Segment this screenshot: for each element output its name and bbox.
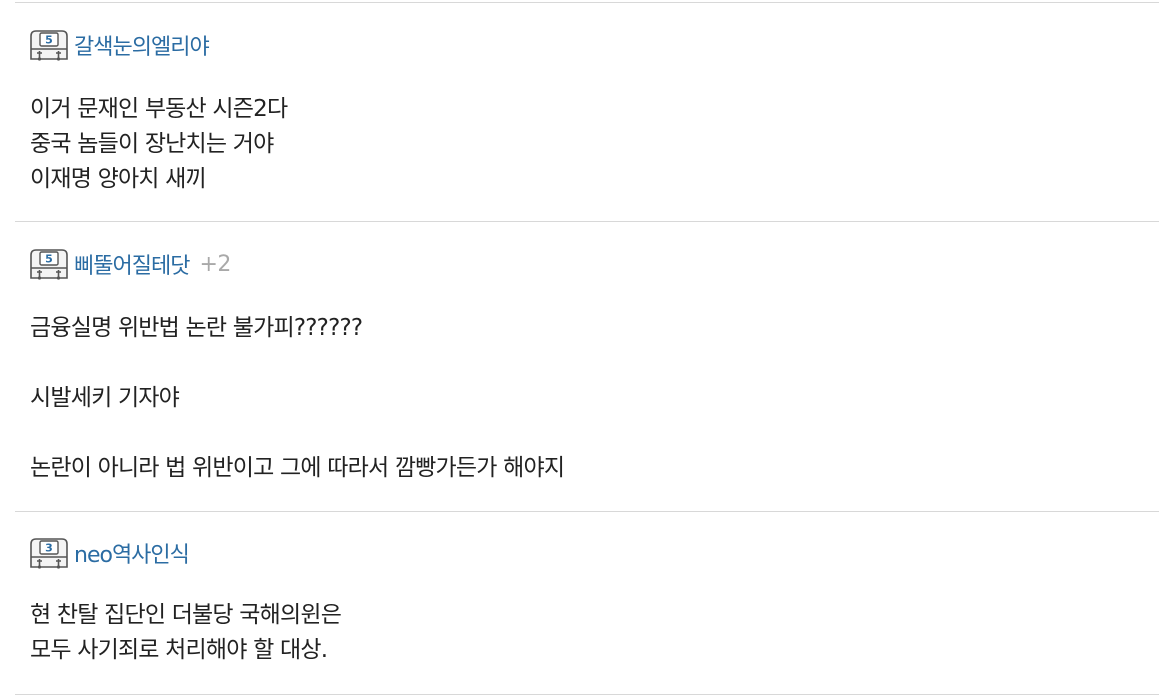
level-badge-icon: 3 [28,536,70,570]
comment-body: 금융실명 위반법 논란 불가피?????? 시발세키 기자야 논란이 아니라 법… [30,308,1139,483]
comment-header: 5 갈색눈의엘리야 [28,25,210,65]
svg-text:5: 5 [45,253,53,266]
comment-body: 현 찬탈 집단인 더불당 국해의윈은 모두 사기죄로 처리해야 할 대상. [30,595,1139,665]
author-name[interactable]: 갈색눈의엘리야 [74,29,210,61]
comment-item: 5 갈색눈의엘리야 이거 문재인 부동산 시즌2다 중국 놈들이 장난치는 거야… [15,3,1159,222]
comment-line: 현 찬탈 집단인 더불당 국해의윈은 [30,602,342,628]
comment-header: 5 삐뚤어질테닷 +2 [28,244,231,284]
comment-line: 이재명 양아치 새끼 [30,166,207,192]
comment-item: 5 삐뚤어질테닷 +2 금융실명 위반법 논란 불가피?????? 시발세키 기… [15,222,1159,512]
comment-header: 3 neo역사인식 [28,533,190,573]
comment-line: 이거 문재인 부동산 시즌2다 [30,96,288,122]
comment-line: 금융실명 위반법 논란 불가피?????? [30,315,363,341]
comment-line: 중국 놈들이 장난치는 거야 [30,131,274,157]
comment-item: 3 neo역사인식 현 찬탈 집단인 더불당 국해의윈은 모두 사기죄로 처리해… [15,512,1159,695]
comment-line [30,413,1139,448]
comment-line [30,343,1139,378]
level-badge-icon: 5 [28,28,70,62]
author-name[interactable]: 삐뚤어질테닷 [74,248,190,280]
comment-line: 시발세키 기자야 [30,385,180,411]
author-name[interactable]: neo역사인식 [74,537,190,569]
comment-line: 논란이 아니라 법 위반이고 그에 따라서 깜빵가든가 해야지 [30,455,565,481]
comment-line: 모두 사기죄로 처리해야 할 대상. [30,637,328,663]
svg-text:3: 3 [45,542,53,555]
vote-count: +2 [199,251,231,277]
comment-body: 이거 문재인 부동산 시즌2다 중국 놈들이 장난치는 거야 이재명 양아치 새… [30,89,1139,194]
level-badge-icon: 5 [28,247,70,281]
svg-text:5: 5 [45,34,53,47]
